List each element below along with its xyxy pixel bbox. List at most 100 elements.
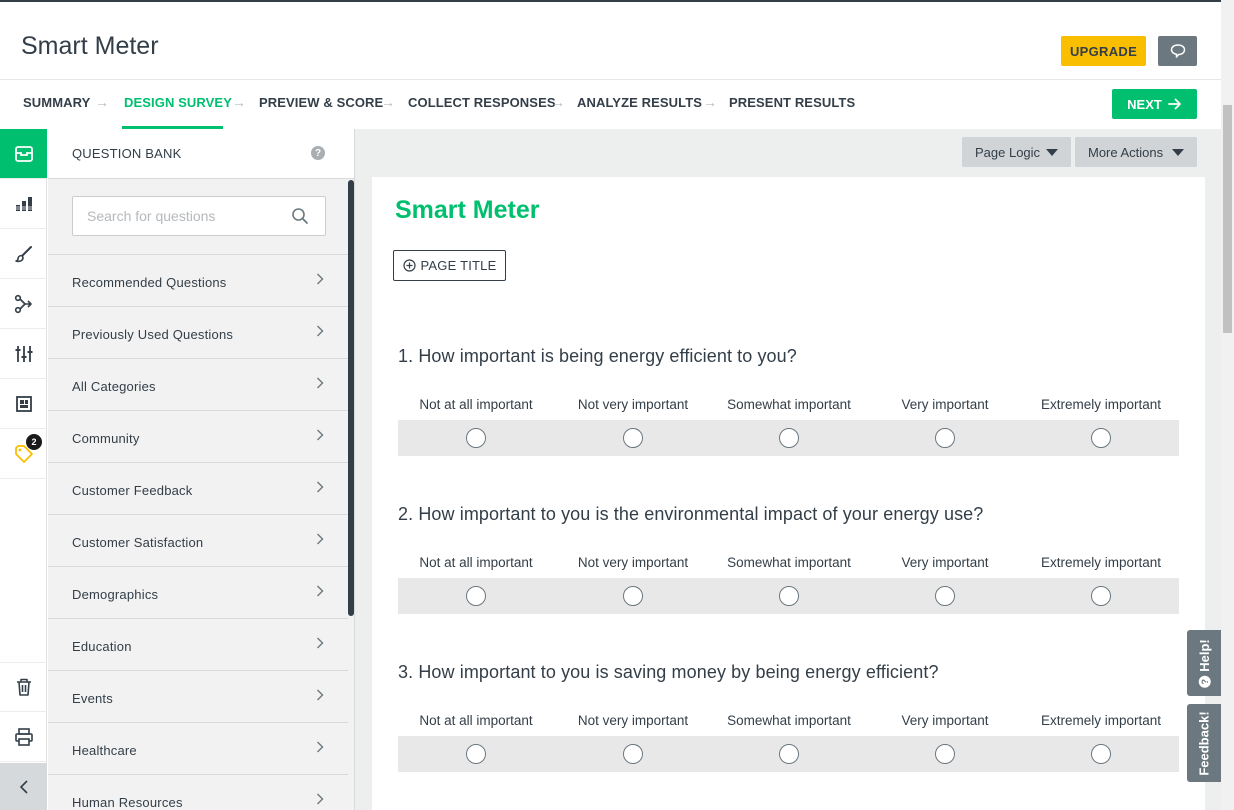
next-button[interactable]: NEXT bbox=[1112, 89, 1197, 119]
question-bank-title: QUESTION BANK bbox=[72, 146, 182, 161]
radio-option[interactable] bbox=[779, 744, 799, 764]
category-item[interactable]: Recommended Questions bbox=[48, 254, 348, 306]
plus-circle-icon bbox=[402, 259, 416, 272]
category-label: Demographics bbox=[72, 587, 159, 602]
scale-label: Somewhat important bbox=[727, 397, 851, 412]
radio-option[interactable] bbox=[623, 744, 643, 764]
scale-row bbox=[398, 736, 1179, 772]
radio-option[interactable] bbox=[1091, 744, 1111, 764]
category-item[interactable]: Customer Satisfaction bbox=[48, 514, 348, 566]
radio-option[interactable] bbox=[935, 744, 955, 764]
scale-labels: Not at all important Not very important … bbox=[398, 555, 1179, 573]
chevron-right-icon bbox=[317, 533, 324, 545]
step-analyze-results[interactable]: ANALYZE RESULTS bbox=[577, 95, 702, 110]
scale-label: Very important bbox=[901, 397, 989, 412]
help-icon[interactable]: ? bbox=[311, 146, 325, 160]
scale-row bbox=[398, 578, 1179, 614]
category-item[interactable]: Human Resources bbox=[48, 774, 348, 810]
category-item[interactable]: Education bbox=[48, 618, 348, 670]
category-label: Healthcare bbox=[72, 743, 137, 758]
page-logic-label: Page Logic bbox=[975, 144, 1041, 160]
chevron-right-icon bbox=[317, 585, 324, 597]
chevron-right-icon bbox=[317, 481, 324, 493]
notification-badge: 2 bbox=[26, 434, 42, 450]
rail-logic[interactable] bbox=[0, 279, 47, 329]
chevron-right-icon bbox=[317, 273, 324, 285]
question-bank-scrollbar[interactable] bbox=[348, 180, 354, 616]
chevron-right-icon bbox=[317, 377, 324, 389]
rail-question-bank[interactable] bbox=[0, 129, 47, 179]
question-text: 3. How important to you is saving money … bbox=[398, 662, 939, 682]
help-tab-label: Help! bbox=[1196, 638, 1212, 672]
more-actions-dropdown[interactable]: More Actions bbox=[1075, 137, 1197, 167]
rail-print[interactable] bbox=[0, 712, 47, 762]
survey-title[interactable]: Smart Meter bbox=[21, 32, 159, 61]
category-label: Previously Used Questions bbox=[72, 327, 234, 342]
radio-option[interactable] bbox=[935, 428, 955, 448]
collapse-panel-button[interactable] bbox=[0, 763, 47, 810]
step-summary[interactable]: SUMMARY bbox=[23, 95, 90, 110]
upgrade-button[interactable]: UPGRADE bbox=[1061, 36, 1146, 66]
radio-option[interactable] bbox=[466, 586, 486, 606]
left-tool-rail: 2 bbox=[0, 129, 47, 810]
category-label: Recommended Questions bbox=[72, 275, 227, 290]
category-item[interactable]: All Categories bbox=[48, 358, 348, 410]
question-text: 2. How important to you is the environme… bbox=[398, 504, 984, 524]
search-input[interactable] bbox=[73, 197, 293, 235]
scale-label: Extremely important bbox=[1040, 555, 1162, 570]
rail-library[interactable] bbox=[0, 379, 47, 429]
radio-option[interactable] bbox=[935, 586, 955, 606]
step-collect-responses[interactable]: COLLECT RESPONSES bbox=[408, 95, 556, 110]
search-icon[interactable] bbox=[291, 207, 309, 225]
radio-option[interactable] bbox=[779, 428, 799, 448]
category-label: All Categories bbox=[72, 379, 156, 394]
rail-builder[interactable] bbox=[0, 179, 47, 229]
step-arrow-icon: → bbox=[551, 94, 565, 110]
chevron-right-icon bbox=[317, 429, 324, 441]
category-item[interactable]: Customer Feedback bbox=[48, 462, 348, 514]
category-label: Community bbox=[72, 431, 140, 446]
rail-options[interactable] bbox=[0, 329, 47, 379]
print-icon bbox=[14, 727, 33, 746]
category-item[interactable]: Demographics bbox=[48, 566, 348, 618]
radio-option[interactable] bbox=[466, 428, 486, 448]
question-block[interactable]: 2. How important to you is the environme… bbox=[398, 504, 1179, 614]
radio-option[interactable] bbox=[623, 428, 643, 448]
step-arrow-icon: → bbox=[703, 94, 717, 110]
trash-icon bbox=[16, 678, 31, 696]
help-tab[interactable]: ? Help! bbox=[1187, 630, 1221, 696]
rail-trash[interactable] bbox=[0, 662, 47, 712]
radio-option[interactable] bbox=[623, 586, 643, 606]
chevron-right-icon bbox=[317, 741, 324, 753]
paintbrush-icon bbox=[14, 245, 32, 262]
chevron-right-icon bbox=[317, 637, 324, 649]
category-item[interactable]: Healthcare bbox=[48, 722, 348, 774]
category-item[interactable]: Community bbox=[48, 410, 348, 462]
step-present-results[interactable]: PRESENT RESULTS bbox=[729, 95, 855, 110]
category-item[interactable]: Events bbox=[48, 670, 348, 722]
arrow-right-icon bbox=[1167, 98, 1181, 110]
library-icon bbox=[15, 395, 32, 412]
rail-tags[interactable]: 2 bbox=[0, 429, 47, 479]
radio-option[interactable] bbox=[1091, 428, 1111, 448]
question-block[interactable]: 1. How important is being energy efficie… bbox=[398, 346, 1179, 456]
radio-option[interactable] bbox=[779, 586, 799, 606]
window-scrollbar-thumb[interactable] bbox=[1223, 105, 1232, 333]
scale-labels: Not at all important Not very important … bbox=[398, 397, 1179, 415]
scale-label: Somewhat important bbox=[727, 713, 851, 728]
rail-design[interactable] bbox=[0, 229, 47, 279]
category-item[interactable]: Previously Used Questions bbox=[48, 306, 348, 358]
survey-heading[interactable]: Smart Meter bbox=[395, 196, 540, 225]
add-page-title-button[interactable]: PAGE TITLE bbox=[393, 250, 506, 281]
radio-option[interactable] bbox=[1091, 586, 1111, 606]
scale-label: Somewhat important bbox=[727, 555, 851, 570]
radio-option[interactable] bbox=[466, 744, 486, 764]
page-logic-dropdown[interactable]: Page Logic bbox=[962, 137, 1071, 167]
step-design-survey[interactable]: DESIGN SURVEY bbox=[124, 95, 232, 110]
comments-button[interactable] bbox=[1158, 36, 1197, 66]
step-preview-score[interactable]: PREVIEW & SCORE bbox=[259, 95, 383, 110]
feedback-tab[interactable]: Feedback! bbox=[1187, 704, 1221, 782]
category-label: Human Resources bbox=[72, 795, 183, 810]
sliders-icon bbox=[15, 345, 32, 362]
question-block[interactable]: 3. How important to you is saving money … bbox=[398, 662, 1179, 772]
